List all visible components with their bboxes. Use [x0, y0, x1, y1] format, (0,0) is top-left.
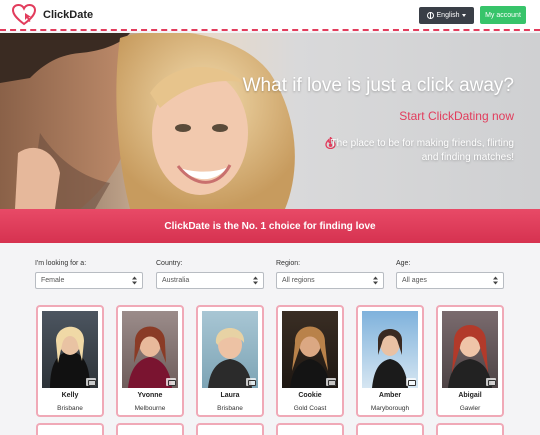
- profile-card[interactable]: Yvonne Melbourne: [116, 305, 184, 417]
- globe-icon: [426, 12, 434, 19]
- profile-name: Amber: [378, 392, 402, 399]
- profile-card[interactable]: [356, 423, 424, 435]
- message-icon[interactable]: [406, 378, 416, 386]
- filter-age: Age: All ages: [396, 260, 504, 289]
- heart-logo-icon[interactable]: [12, 4, 36, 26]
- filter-looking-for: I'm looking for a: Female: [35, 260, 143, 289]
- message-icon[interactable]: [326, 378, 336, 386]
- looking-for-label: I'm looking for a:: [35, 260, 87, 267]
- message-icon[interactable]: [86, 378, 96, 386]
- profile-card[interactable]: Amber Maryborough: [356, 305, 424, 417]
- age-select[interactable]: All ages: [396, 272, 504, 289]
- profile-card[interactable]: [116, 423, 184, 435]
- profile-card[interactable]: Abigail Gawler: [436, 305, 504, 417]
- hero-tagline: The place to be for making friends, flir…: [330, 138, 514, 163]
- profile-city: Brisbane: [217, 405, 243, 412]
- top-navbar: ClickDate English My account: [0, 0, 540, 31]
- country-value: Australia: [162, 277, 190, 284]
- region-value: All regions: [282, 277, 315, 284]
- profile-card[interactable]: [196, 423, 264, 435]
- profile-city: Gold Coast: [293, 405, 327, 412]
- select-arrows-icon: [493, 276, 498, 285]
- age-label: Age:: [396, 260, 411, 267]
- age-value: All ages: [402, 277, 427, 284]
- my-account-button[interactable]: My account: [480, 6, 526, 24]
- language-dropdown-button[interactable]: English: [419, 7, 474, 24]
- profile-photo: [122, 311, 178, 388]
- profile-card[interactable]: Kelly Brisbane: [36, 305, 104, 417]
- caret-down-icon: [462, 14, 467, 17]
- start-clickdating-link[interactable]: Start ClickDating now: [399, 109, 514, 123]
- profile-photo: [202, 311, 258, 388]
- profile-photo: [442, 311, 498, 388]
- filter-region: Region: All regions: [276, 260, 384, 289]
- profile-city: Maryborough: [370, 405, 410, 412]
- profile-card[interactable]: Laura Brisbane: [196, 305, 264, 417]
- region-label: Region:: [276, 260, 301, 267]
- brand-name[interactable]: ClickDate: [43, 9, 93, 21]
- looking-for-select[interactable]: Female: [35, 272, 143, 289]
- profile-photo: [282, 311, 338, 388]
- looking-for-value: Female: [41, 277, 65, 284]
- profile-photo: [362, 311, 418, 388]
- profile-city: Brisbane: [57, 405, 83, 412]
- promo-banner: ClickDate is the No. 1 choice for findin…: [0, 209, 540, 243]
- hero-headline: What if love is just a click away?: [242, 75, 514, 96]
- profile-card[interactable]: [276, 423, 344, 435]
- select-arrows-icon: [132, 276, 137, 285]
- region-select[interactable]: All regions: [276, 272, 384, 289]
- profile-name: Yvonne: [137, 392, 163, 399]
- language-label: English: [436, 12, 460, 19]
- profile-card[interactable]: [36, 423, 104, 435]
- profile-card[interactable]: Cookie Gold Coast: [276, 305, 344, 417]
- country-select[interactable]: Australia: [156, 272, 264, 289]
- message-icon[interactable]: [486, 378, 496, 386]
- profile-name: Abigail: [458, 392, 482, 399]
- profile-name: Kelly: [61, 392, 79, 399]
- hero-section: What if love is just a click away? Start…: [0, 33, 540, 209]
- profile-name: Laura: [220, 392, 240, 399]
- search-filters: I'm looking for a: Female Country: Austr…: [0, 243, 540, 298]
- profile-name: Cookie: [298, 392, 322, 399]
- profile-city: Melbourne: [134, 405, 166, 412]
- select-arrows-icon: [253, 276, 258, 285]
- profile-city: Gawler: [459, 405, 481, 412]
- filter-country: Country: Australia: [156, 260, 264, 289]
- select-arrows-icon: [373, 276, 378, 285]
- country-label: Country:: [156, 260, 183, 267]
- message-icon[interactable]: [166, 378, 176, 386]
- profile-photo: [42, 311, 98, 388]
- profile-card[interactable]: [436, 423, 504, 435]
- message-icon[interactable]: [246, 378, 256, 386]
- profile-grid: Kelly Brisbane Yvonne Melbourne Laura Br…: [0, 298, 540, 435]
